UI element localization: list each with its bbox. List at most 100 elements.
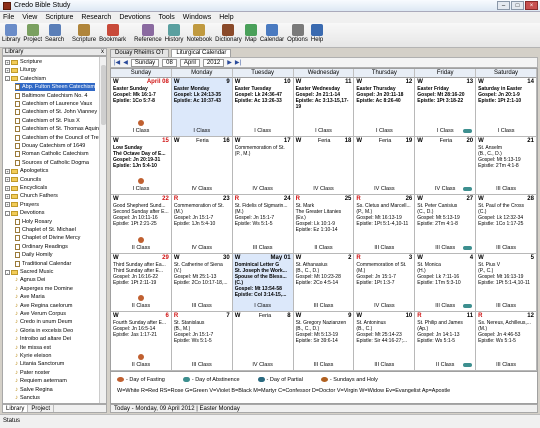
day-cell[interactable]: W Feria 19 IV Class [354, 136, 416, 196]
library-close-button[interactable]: x [101, 49, 104, 56]
menu-windows[interactable]: Windows [183, 14, 211, 21]
notebook-button[interactable]: Notebook [186, 23, 212, 43]
day-cell[interactable]: R 12 Ss. Nereus, Achilleus,... (M.) Gospel: … [476, 312, 537, 371]
expand-toggle[interactable]: + [5, 67, 10, 73]
day-cell[interactable]: W 2 St. Athanasius (B., C., D.) Gospel: Mt 1… [293, 253, 355, 313]
tree-item[interactable]: Chaplet of St. Michael [15, 226, 76, 234]
day-cell[interactable]: R 11 St. Philip and James (Ap.) Gospel: Jn 1… [415, 312, 477, 371]
tree-item[interactable]: Roman Catholic Catechism [15, 150, 89, 158]
tree-folder[interactable]: + Encyclicals [5, 184, 47, 192]
tree-item[interactable]: Abp. Fulton Sheen Catechism [15, 83, 96, 92]
tree-item[interactable]: ♪ Kyrie eleison [15, 352, 52, 360]
next-year-button[interactable]: ▶| [235, 59, 241, 66]
tree-item[interactable]: ♪ Gloria in excelsis Deo [15, 327, 73, 335]
tree-item[interactable]: ♪ Sanctus [15, 394, 40, 402]
day-cell[interactable]: W Feria 16 IV Class [171, 136, 233, 196]
month-select[interactable]: April [179, 58, 200, 67]
day-cell[interactable]: W 12 Easter Thursday Gospel: Jn 20:11-18 Epi… [354, 78, 416, 137]
tree-item[interactable]: ♪ Litania Sanctorum [15, 360, 64, 368]
day-cell[interactable]: R 25 St. Mark The Greater Litanies (Ev.) Gosp… [293, 195, 355, 254]
menu-devotions[interactable]: Devotions [119, 14, 150, 21]
tree-folder[interactable]: - Catechism [5, 75, 46, 83]
tree-item[interactable]: Catechism of St. Thomas Aquin [15, 125, 99, 133]
expand-toggle[interactable]: + [5, 202, 10, 208]
tab-library[interactable]: Library [3, 405, 29, 412]
day-field[interactable]: 08 [162, 58, 177, 67]
tree-item[interactable]: ♪ Asperges me Domine [15, 285, 73, 293]
day-cell[interactable]: W 6 Fourth Sunday after E... Gospel: Jn 16:… [111, 312, 172, 371]
day-cell[interactable]: R 26 Ss. Cletus and Marcell... (P., M.) Gosp… [354, 195, 416, 254]
day-cell[interactable]: W 29 Third Sunday after Ea... Third Sunday … [111, 253, 172, 313]
prev-year-button[interactable]: |◀ [114, 59, 120, 66]
weekday-field[interactable]: Sunday [130, 58, 160, 67]
year-field[interactable]: 2012 [202, 58, 225, 67]
tree-item[interactable]: ♪ Ite missa est [15, 344, 51, 352]
day-cell[interactable]: W 4 St. Monica (H.) Gospel: Lk 7:11-16 Epistl… [415, 253, 477, 313]
menu-research[interactable]: Research [81, 14, 111, 21]
day-cell[interactable]: W Feria 18 IV Class [293, 136, 355, 196]
minimize-button[interactable]: – [497, 1, 510, 10]
tree-item[interactable]: Baltimore Catechism No. 4 [15, 92, 87, 100]
tree-item[interactable]: ♪ Requiem aeternam [15, 377, 67, 385]
doc-tab[interactable]: Douay Rheims OT [110, 49, 170, 57]
day-cell[interactable]: W 30 St. Catherine of Siena (V.) Gospel: Mt … [171, 253, 233, 313]
tree-folder[interactable]: + Apologetics [5, 167, 48, 175]
close-button[interactable]: × [525, 1, 538, 10]
tree-item[interactable]: Chaplet of Divine Mercy [15, 234, 80, 242]
expand-toggle[interactable]: - [5, 76, 10, 82]
tree-folder[interactable]: - Sacred Music [5, 268, 53, 276]
tree-item[interactable]: Douay Catechism of 1649 [15, 142, 85, 150]
day-cell[interactable]: W 11 Easter Wednesday Gospel: Jn 21:1-14 Epi… [293, 78, 355, 137]
day-cell[interactable]: W 10 St. Antoninus (B., C.) Gospel: Mt 25:14… [354, 312, 416, 371]
tree-item[interactable]: Ordinary Readings [15, 243, 68, 251]
tree-item[interactable]: Catechism of Laurence Vaux [15, 100, 92, 108]
dictionary-button[interactable]: Dictionary [215, 23, 242, 43]
day-cell[interactable]: R 7 St. Stanislaus (B., M.) Gospel: Jn 15:1-… [171, 312, 233, 371]
doc-tab[interactable]: Liturgical Calendar [171, 49, 232, 57]
calendar-button[interactable]: Calendar [260, 23, 284, 43]
day-cell[interactable]: W 10 Easter Tuesday Gospel: Lk 24:36-47 Epis… [232, 78, 294, 137]
expand-toggle[interactable]: + [5, 168, 10, 174]
day-cell[interactable]: W 9 St. Gregory Nazianzen (B., C., D.) Gospe… [293, 312, 355, 371]
tree-item[interactable]: Catechism of St. Pius X [15, 117, 80, 125]
tree-item[interactable]: Catechism of St. John Vianney [15, 108, 97, 116]
tree-folder[interactable]: + Scripture [5, 58, 42, 66]
project-button[interactable]: Project [23, 23, 42, 43]
help-button[interactable]: Help [311, 23, 323, 43]
tree-folder[interactable]: - Devotions [5, 209, 44, 217]
bookmark-button[interactable]: Bookmark [99, 23, 126, 43]
tree-folder[interactable]: + Councils [5, 176, 41, 184]
menu-scripture[interactable]: Scripture [45, 14, 73, 21]
tree-folder[interactable]: + Church Fathers [5, 192, 58, 200]
tree-item[interactable]: ♪ Pater noster [15, 369, 50, 377]
library-button[interactable]: Library [2, 23, 20, 43]
tree-item[interactable]: ♪ Ave Regina caelorum [15, 302, 72, 310]
tree-item[interactable]: Sources of Catholic Dogma [15, 159, 89, 167]
expand-toggle[interactable]: - [5, 210, 10, 216]
day-cell[interactable]: W Feria 20 IV Class [415, 136, 477, 196]
history-button[interactable]: History [165, 23, 183, 43]
search-button[interactable]: Search [45, 23, 64, 43]
map-button[interactable]: Map [244, 23, 257, 43]
day-cell[interactable]: W 5 St. Pius V (P., C.) Gospel: Mt 16:13-19 E… [476, 253, 537, 313]
tree-item[interactable]: ♪ Introibo ad altare Dei [15, 335, 71, 343]
tree-scrollbar[interactable] [99, 57, 106, 403]
day-cell[interactable]: W 17 Commemoration of St. (P., M.) IV Class [232, 136, 294, 196]
day-cell[interactable]: R 24 St. Fidelis of Sigmarin... (M.) Gospel:… [232, 195, 294, 254]
day-cell[interactable]: W 13 Easter Friday Gospel: Mt 28:16-20 Epist… [415, 78, 477, 137]
tree-scroll-thumb[interactable] [101, 65, 106, 125]
day-cell[interactable]: W Feria 8 IV Class [232, 312, 294, 371]
options-button[interactable]: Options [287, 23, 308, 43]
day-cell[interactable]: R 23 Commemoration of St. (M.) Gospel: Jn 15… [171, 195, 233, 254]
tab-project[interactable]: Project [28, 405, 55, 412]
tree-item[interactable]: ♪ Ave Maria [15, 293, 45, 301]
expand-toggle[interactable]: + [5, 177, 10, 183]
menu-tools[interactable]: Tools [158, 14, 174, 21]
day-cell[interactable]: W 21 St. Anselm (B., C., D.) Gospel: Mt 5:13… [476, 136, 537, 196]
tree-item[interactable]: ♪ Ave Verum Corpus [15, 310, 66, 318]
day-cell[interactable]: R 3 Commemoration of St. (M.) Gospel: Jn 15:… [354, 253, 416, 313]
tree-item[interactable]: ♪ Credo in unum Deum [15, 318, 72, 326]
day-cell[interactable]: W 15 Low Sunday Thé Octave Day of E... Gospe… [111, 136, 172, 196]
menu-file[interactable]: File [3, 14, 14, 21]
day-cell[interactable]: W 28 St. Paul of the Cross (C.) Gospel: Lk 1… [476, 195, 537, 254]
